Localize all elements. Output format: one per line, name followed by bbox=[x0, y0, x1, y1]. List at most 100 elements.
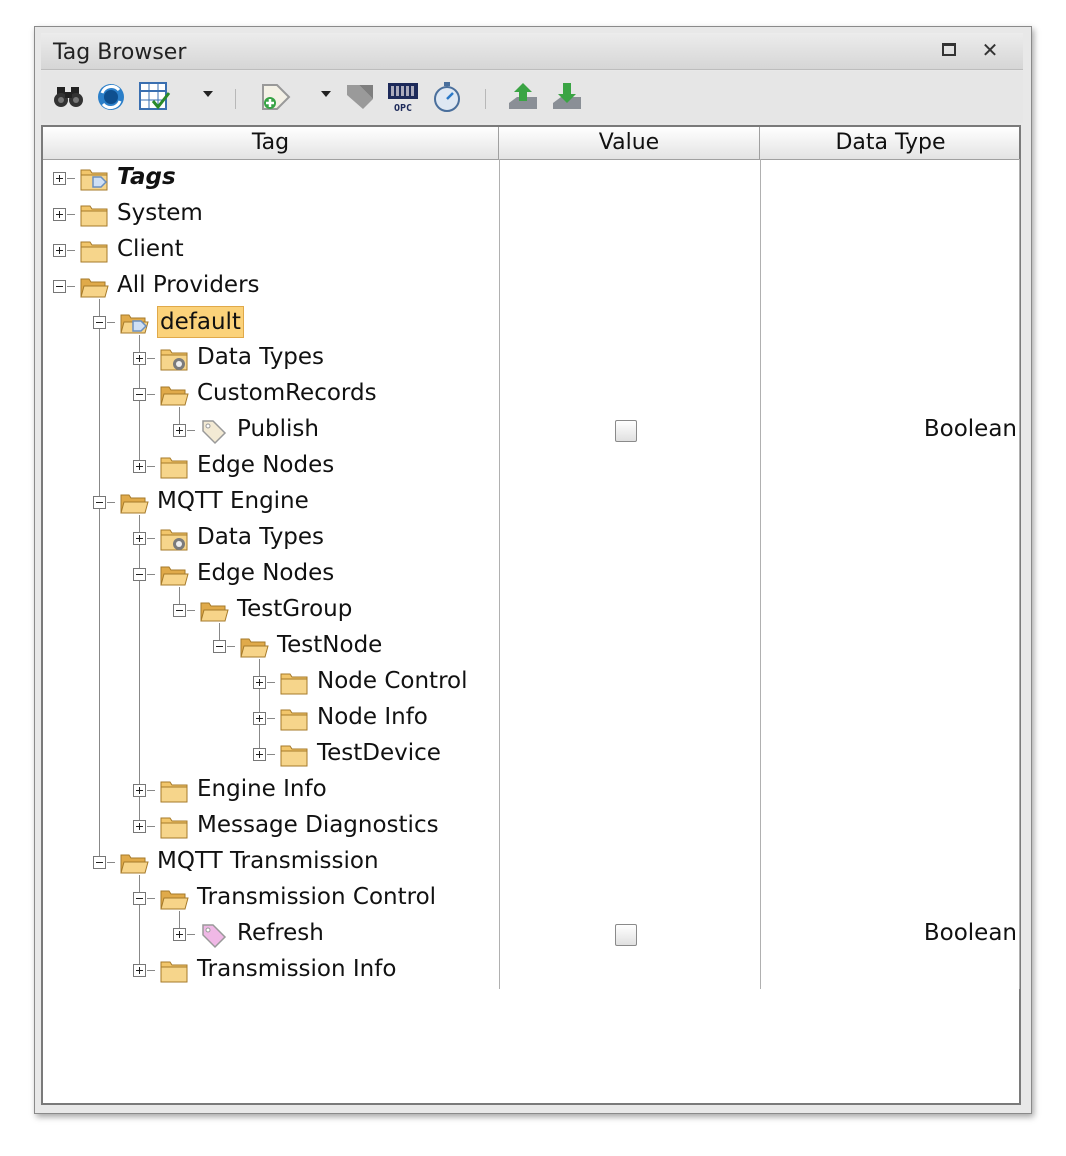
close-button[interactable]: ✕ bbox=[979, 39, 1001, 61]
tree-row[interactable]: TestDevice bbox=[43, 737, 1019, 773]
collapse-toggle-icon[interactable] bbox=[133, 892, 146, 905]
collapse-toggle-icon[interactable] bbox=[53, 280, 66, 293]
tree-node-label: TestGroup bbox=[237, 596, 353, 622]
tree-row[interactable]: Refresh Boolean bbox=[43, 917, 1019, 953]
expand-toggle-icon[interactable] bbox=[133, 784, 146, 797]
tree-stub-line bbox=[227, 646, 235, 647]
refresh-button[interactable] bbox=[93, 79, 129, 115]
dropdown-caret-icon[interactable] bbox=[321, 91, 331, 97]
import-icon bbox=[553, 83, 581, 109]
find-button[interactable] bbox=[51, 79, 87, 115]
tree-row[interactable]: TestGroup bbox=[43, 593, 1019, 629]
folder-open-icon bbox=[239, 633, 269, 661]
tree-node-label: MQTT Engine bbox=[157, 488, 309, 514]
expand-toggle-icon[interactable] bbox=[53, 208, 66, 221]
tree-node-label: Edge Nodes bbox=[197, 452, 335, 478]
collapse-toggle-icon[interactable] bbox=[133, 568, 146, 581]
tree-row[interactable]: All Providers bbox=[43, 269, 1019, 305]
tree-node-label: CustomRecords bbox=[197, 380, 377, 406]
tree-row[interactable]: Publish Boolean bbox=[43, 413, 1019, 449]
tree-row[interactable]: Data Types bbox=[43, 521, 1019, 557]
tree-node-label: Message Diagnostics bbox=[197, 812, 439, 838]
folder-icon bbox=[279, 705, 309, 733]
tree-row[interactable]: Tags bbox=[43, 161, 1019, 197]
expand-toggle-icon[interactable] bbox=[173, 424, 186, 437]
tree-row[interactable]: Engine Info bbox=[43, 773, 1019, 809]
export-icon bbox=[509, 83, 537, 109]
opc-button[interactable]: OPC bbox=[385, 79, 421, 115]
value-checkbox[interactable] bbox=[615, 420, 637, 442]
tree-row[interactable]: Message Diagnostics bbox=[43, 809, 1019, 845]
title-bar: Tag Browser ✕ bbox=[41, 33, 1023, 70]
tree-stub-line bbox=[147, 898, 155, 899]
tree-node-label: Tags bbox=[117, 164, 176, 190]
tree-row[interactable]: Edge Nodes bbox=[43, 449, 1019, 485]
collapse-toggle-icon[interactable] bbox=[93, 316, 106, 329]
tree-row[interactable]: System bbox=[43, 197, 1019, 233]
datatypes-folder-icon bbox=[159, 525, 189, 553]
opc-icon: OPC bbox=[388, 83, 418, 114]
tree-row[interactable]: default bbox=[43, 305, 1019, 341]
tag-disabled-button[interactable] bbox=[343, 79, 379, 115]
tags-folder-icon bbox=[79, 165, 109, 193]
collapse-toggle-icon[interactable] bbox=[213, 640, 226, 653]
tree-node-label: default bbox=[157, 306, 244, 338]
expand-toggle-icon[interactable] bbox=[53, 244, 66, 257]
tree-node-label: Data Types bbox=[197, 524, 325, 550]
dropdown-caret-icon[interactable] bbox=[203, 91, 213, 97]
expand-toggle-icon[interactable] bbox=[133, 352, 146, 365]
folder-icon bbox=[279, 669, 309, 697]
collapse-toggle-icon[interactable] bbox=[93, 496, 106, 509]
table-check-button[interactable] bbox=[137, 79, 173, 115]
column-header-value[interactable]: Value bbox=[499, 127, 760, 159]
expand-toggle-icon[interactable] bbox=[253, 676, 266, 689]
tree-row[interactable]: CustomRecords bbox=[43, 377, 1019, 413]
timer-button[interactable] bbox=[429, 79, 465, 115]
tree-row[interactable]: Node Control bbox=[43, 665, 1019, 701]
close-icon: ✕ bbox=[981, 38, 999, 62]
collapse-toggle-icon[interactable] bbox=[173, 604, 186, 617]
toolbar: OPC bbox=[41, 71, 1023, 123]
expand-toggle-icon[interactable] bbox=[173, 928, 186, 941]
tag-browser-window: Tag Browser ✕ OPC Tag Value Data Type Ta… bbox=[34, 26, 1032, 1114]
value-checkbox[interactable] bbox=[615, 924, 637, 946]
tree-row[interactable]: Edge Nodes bbox=[43, 557, 1019, 593]
expand-toggle-icon[interactable] bbox=[133, 460, 146, 473]
collapse-toggle-icon[interactable] bbox=[133, 388, 146, 401]
tree-node-label: Data Types bbox=[197, 344, 325, 370]
tree-row[interactable]: Client bbox=[43, 233, 1019, 269]
tree-row[interactable]: Node Info bbox=[43, 701, 1019, 737]
tag-table: Tag Value Data Type Tags System Client All … bbox=[41, 125, 1021, 1105]
tree-node-label: Transmission Info bbox=[197, 956, 397, 982]
toolbar-separator bbox=[485, 89, 486, 109]
tree-row[interactable]: Transmission Info bbox=[43, 953, 1019, 989]
expand-toggle-icon[interactable] bbox=[133, 964, 146, 977]
tree-row[interactable]: MQTT Engine bbox=[43, 485, 1019, 521]
collapse-toggle-icon[interactable] bbox=[93, 856, 106, 869]
tree-stub-line bbox=[147, 466, 155, 467]
column-header-tag[interactable]: Tag bbox=[43, 127, 499, 159]
folder-open-icon bbox=[79, 273, 109, 301]
expand-toggle-icon[interactable] bbox=[53, 172, 66, 185]
folder-icon bbox=[159, 813, 189, 841]
toolbar-separator bbox=[235, 89, 236, 109]
column-header-data-type[interactable]: Data Type bbox=[760, 127, 1021, 159]
expand-toggle-icon[interactable] bbox=[253, 712, 266, 725]
folder-open-icon bbox=[159, 885, 189, 913]
tree-stub-line bbox=[147, 574, 155, 575]
table-check-icon bbox=[139, 82, 171, 110]
tree-row[interactable]: Transmission Control bbox=[43, 881, 1019, 917]
import-button[interactable] bbox=[549, 79, 585, 115]
window-title: Tag Browser bbox=[53, 40, 187, 65]
add-tag-button[interactable] bbox=[257, 79, 293, 115]
tag-disabled-icon bbox=[347, 85, 373, 109]
expand-toggle-icon[interactable] bbox=[133, 820, 146, 833]
tree-row[interactable]: MQTT Transmission bbox=[43, 845, 1019, 881]
expand-toggle-icon[interactable] bbox=[133, 532, 146, 545]
tree-row[interactable]: TestNode bbox=[43, 629, 1019, 665]
float-window-button[interactable] bbox=[939, 39, 961, 61]
expand-toggle-icon[interactable] bbox=[253, 748, 266, 761]
tree-row[interactable]: Data Types bbox=[43, 341, 1019, 377]
tree-stub-line bbox=[67, 286, 75, 287]
export-button[interactable] bbox=[505, 79, 541, 115]
